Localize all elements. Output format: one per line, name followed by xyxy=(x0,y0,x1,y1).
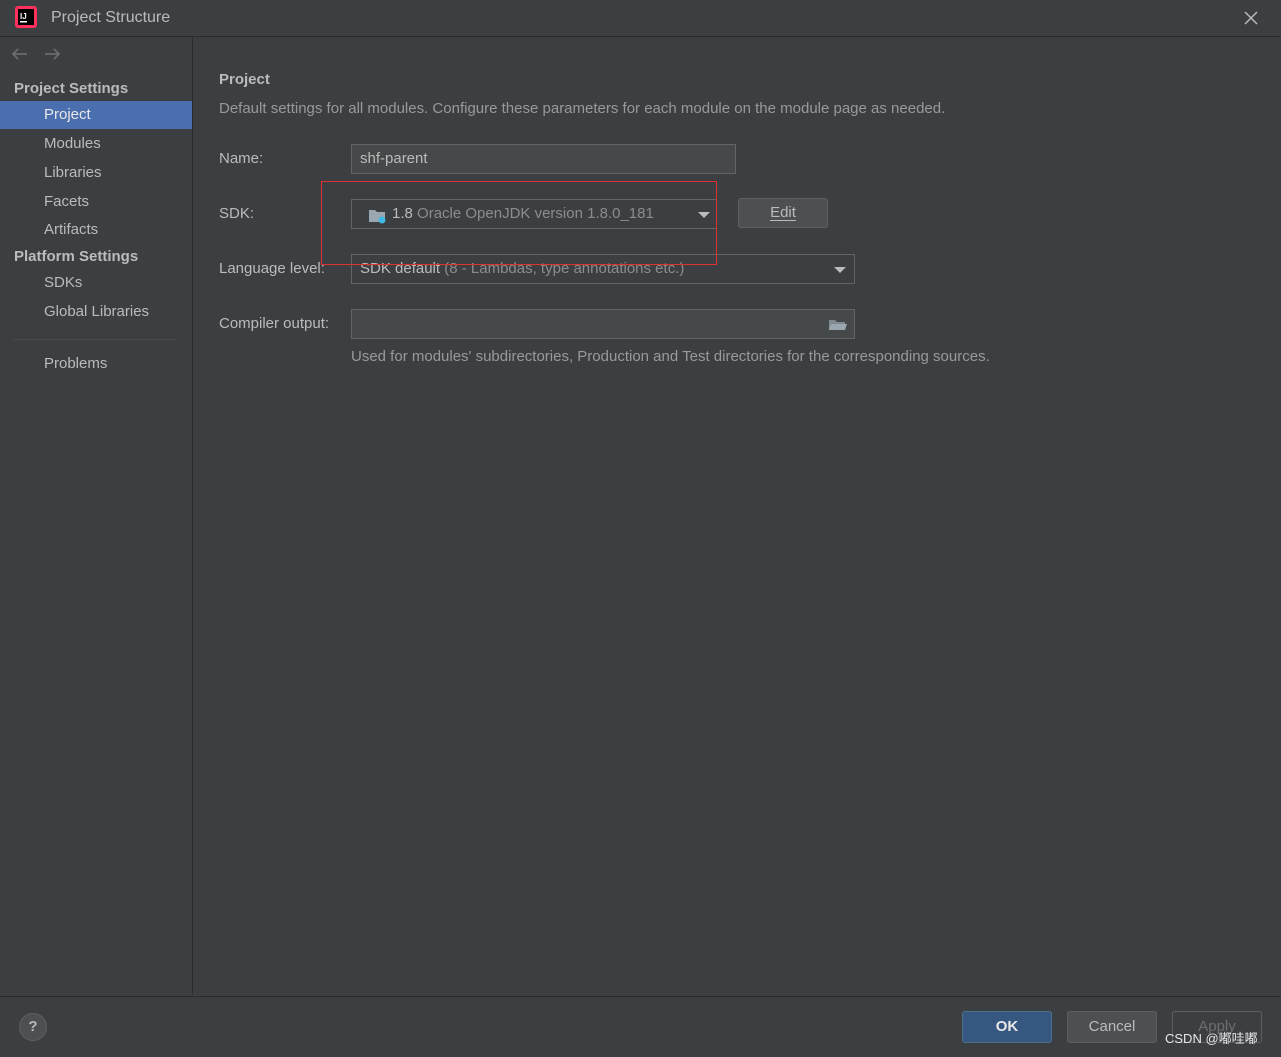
cancel-button[interactable]: Cancel xyxy=(1067,1011,1157,1043)
main-panel: Project Default settings for all modules… xyxy=(193,37,1281,995)
footer-bar: ? OK Cancel Apply CSDN @嘟哇嘟 xyxy=(0,996,1281,1057)
sidebar-item-facets[interactable]: Facets xyxy=(0,188,192,216)
forward-arrow-icon[interactable] xyxy=(42,45,62,63)
chevron-down-icon xyxy=(834,267,846,273)
sidebar-item-project[interactable]: Project xyxy=(0,101,192,129)
platform-settings-header: Platform Settings xyxy=(14,248,139,265)
watermark-text: CSDN @嘟哇嘟 xyxy=(1165,1031,1258,1046)
sidebar-item-libraries[interactable]: Libraries xyxy=(0,159,192,187)
sidebar: Project Settings Project Modules Librari… xyxy=(0,37,193,995)
compiler-output-hint: Used for modules' subdirectories, Produc… xyxy=(351,348,990,365)
name-value: shf-parent xyxy=(360,150,428,167)
name-field[interactable]: shf-parent xyxy=(351,144,736,174)
back-arrow-icon[interactable] xyxy=(10,45,30,63)
sidebar-item-problems[interactable]: Problems xyxy=(0,350,192,378)
browse-folder-icon[interactable] xyxy=(828,318,848,332)
edit-sdk-button[interactable]: Edit xyxy=(738,198,828,228)
help-button[interactable]: ? xyxy=(19,1013,47,1041)
sidebar-item-global-libraries[interactable]: Global Libraries xyxy=(0,298,192,326)
project-settings-header: Project Settings xyxy=(14,80,129,97)
sidebar-item-modules[interactable]: Modules xyxy=(0,130,192,158)
page-title: Project xyxy=(219,71,270,88)
ok-button[interactable]: OK xyxy=(962,1011,1052,1043)
sdk-label: SDK: xyxy=(219,205,255,222)
page-description: Default settings for all modules. Config… xyxy=(219,100,946,117)
window-title: Project Structure xyxy=(51,9,171,26)
close-icon[interactable] xyxy=(1238,6,1264,30)
compiler-output-label: Compiler output: xyxy=(219,315,330,332)
edit-sdk-button-label: Edit xyxy=(770,204,796,221)
sidebar-item-artifacts[interactable]: Artifacts xyxy=(0,216,192,244)
sidebar-divider xyxy=(14,339,176,340)
language-level-label: Language level: xyxy=(219,260,325,277)
highlight-annotation-box xyxy=(321,181,717,265)
sidebar-item-sdks[interactable]: SDKs xyxy=(0,269,192,297)
name-label: Name: xyxy=(219,150,264,167)
title-bar: IJ Project Structure xyxy=(0,0,1281,37)
intellij-app-icon: IJ xyxy=(15,6,37,28)
svg-text:IJ: IJ xyxy=(20,12,27,21)
compiler-output-field[interactable] xyxy=(351,309,855,339)
